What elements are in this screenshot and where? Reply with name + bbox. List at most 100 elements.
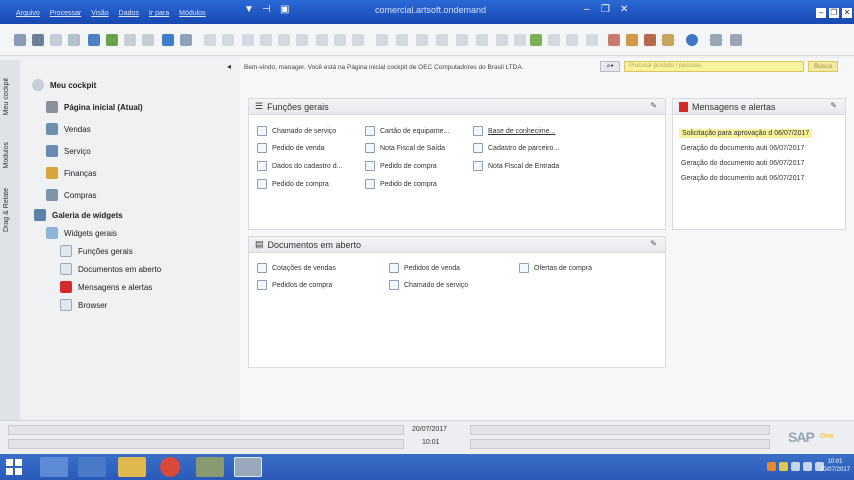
menu-ir-para[interactable]: Ir para	[149, 10, 169, 17]
panel-settings-icon[interactable]: ✎	[830, 101, 837, 110]
menu-visao[interactable]: Visão	[91, 10, 108, 17]
taskbar-chrome-icon[interactable]	[160, 457, 180, 477]
link-chamado-servico[interactable]: Chamado de serviço	[257, 126, 336, 136]
taskbar-app-terminal-icon[interactable]	[78, 457, 106, 477]
vtab-meu-cockpit[interactable]: Meu cockpit	[3, 78, 10, 115]
print-icon[interactable]	[32, 34, 44, 46]
tool-icon-9[interactable]	[548, 34, 560, 46]
sidebar-widgets-gerais[interactable]: Widgets gerais	[46, 226, 117, 240]
tray-app-icon[interactable]	[767, 462, 776, 471]
link-ofertas-compra[interactable]: Ofertas de compra	[519, 263, 592, 273]
app-minimize-icon[interactable]: –	[816, 8, 826, 18]
tool-icon-8[interactable]	[514, 34, 526, 46]
link-nota-fiscal-saida[interactable]: Nota Fiscal de Saída	[365, 143, 445, 153]
copy-icon[interactable]	[124, 34, 136, 46]
tool-icon-10[interactable]	[566, 34, 578, 46]
tool-icon-2[interactable]	[396, 34, 408, 46]
tool-icon-5[interactable]	[456, 34, 468, 46]
link-nota-fiscal-entrada[interactable]: Nota Fiscal de Entrada	[473, 161, 559, 171]
dropdown-icon[interactable]: ▼	[244, 4, 254, 15]
new-icon[interactable]	[14, 34, 26, 46]
menu-arquivo[interactable]: Arquivo	[16, 10, 40, 17]
export-icon[interactable]	[88, 34, 100, 46]
settings-icon[interactable]	[180, 34, 192, 46]
menu-processar[interactable]: Processar	[50, 10, 82, 17]
link-base-conhecimento[interactable]: Base de conhecime...	[473, 126, 555, 136]
link-chamado-servico-doc[interactable]: Chamado de serviço	[389, 280, 468, 290]
find-icon[interactable]	[204, 34, 216, 46]
filter-icon[interactable]	[334, 34, 346, 46]
tool-icon-7[interactable]	[496, 34, 508, 46]
sidebar-item-financas[interactable]: Finanças	[46, 166, 96, 180]
restore-icon[interactable]: ❐	[601, 4, 610, 15]
menu-modulos[interactable]: Módulos	[179, 10, 205, 17]
cascade-icon[interactable]	[730, 34, 742, 46]
window-icon[interactable]	[710, 34, 722, 46]
last-record-icon[interactable]	[296, 34, 308, 46]
tool-icon-1[interactable]	[376, 34, 388, 46]
tool-icon-4[interactable]	[436, 34, 448, 46]
next-record-icon[interactable]	[278, 34, 290, 46]
sidebar-widget-documentos[interactable]: Documentos em aberto	[60, 262, 161, 276]
tray-flag-icon[interactable]	[791, 462, 800, 471]
layout-icon[interactable]	[644, 34, 656, 46]
link-pedidos-venda[interactable]: Pedidos de venda	[389, 263, 460, 273]
taskbar-clock[interactable]: 10:01 20/07/2017	[820, 458, 850, 474]
sidebar-widget-browser[interactable]: Browser	[60, 298, 107, 312]
sidebar-item-compras[interactable]: Compras	[46, 188, 96, 202]
collapse-sidebar-icon[interactable]: ◂	[227, 62, 231, 71]
search-scope-icon[interactable]: ⌕▾	[600, 61, 620, 72]
previous-record-icon[interactable]	[260, 34, 272, 46]
minimize-icon[interactable]: –	[584, 4, 590, 15]
alert-item-approval[interactable]: Solicitação para aprovação d 06/07/2017	[679, 129, 813, 138]
app-restore-icon[interactable]: ❐	[829, 8, 839, 18]
vtab-drag-relate[interactable]: Drag & Relate	[3, 188, 10, 232]
sort-icon[interactable]	[352, 34, 364, 46]
tool-icon-11[interactable]	[586, 34, 598, 46]
alert-item[interactable]: Geração do documento auti 06/07/2017	[681, 175, 804, 182]
search-button[interactable]: Busca	[808, 61, 838, 72]
tool-icon-3[interactable]	[416, 34, 428, 46]
windows-start-icon[interactable]	[6, 459, 22, 475]
first-record-icon[interactable]	[242, 34, 254, 46]
sidebar-item-servico[interactable]: Serviço	[46, 144, 91, 158]
sidebar-widget-mensagens[interactable]: Mensagens e alertas	[60, 280, 152, 294]
base-document-icon[interactable]	[316, 34, 328, 46]
link-pedidos-compra[interactable]: Pedidos de compra	[257, 280, 332, 290]
link-pedido-compra-3[interactable]: Pedido de compra	[365, 179, 437, 189]
search-input[interactable]: Procurar produto / pessoas	[624, 61, 804, 72]
link-cotacoes-vendas[interactable]: Cotações de vendas	[257, 263, 336, 273]
alert-item[interactable]: Geração do documento auti 06/07/2017	[681, 145, 804, 152]
link-cartao-equipamento[interactable]: Cartão de equipame...	[365, 126, 449, 136]
alert-item[interactable]: Geração do documento auti 06/07/2017	[681, 160, 804, 167]
tool-icon-6[interactable]	[476, 34, 488, 46]
taskbar-sap-icon[interactable]	[234, 457, 262, 477]
link-cadastro-parceiro[interactable]: Cadastro de parceiro...	[473, 143, 559, 153]
report-icon[interactable]	[608, 34, 620, 46]
sidebar-widget-funcoes-gerais[interactable]: Funções gerais	[60, 244, 133, 258]
sidebar-galeria-widgets[interactable]: Galeria de widgets	[34, 208, 123, 222]
tray-network-icon[interactable]	[803, 462, 812, 471]
app-close-icon[interactable]: ✕	[842, 8, 852, 18]
link-pedido-compra[interactable]: Pedido de compra	[365, 161, 437, 171]
close-icon[interactable]: ✕	[620, 4, 628, 15]
lock-icon[interactable]: ▣	[280, 4, 289, 15]
taskbar-app-tools-icon[interactable]	[196, 457, 224, 477]
help-icon[interactable]	[686, 34, 698, 46]
paste-icon[interactable]	[142, 34, 154, 46]
taskbar-folder-icon[interactable]	[118, 457, 146, 477]
sidebar-cockpit[interactable]: Meu cockpit	[32, 78, 96, 92]
email-icon[interactable]	[50, 34, 62, 46]
link-pedido-compra-2[interactable]: Pedido de compra	[257, 179, 329, 189]
tray-app-icon[interactable]	[779, 462, 788, 471]
link-dados-cadastro[interactable]: Dados do cadastro d...	[257, 161, 342, 171]
excel-icon[interactable]	[106, 34, 118, 46]
approve-icon[interactable]	[530, 34, 542, 46]
widget-icon[interactable]	[662, 34, 674, 46]
panel-settings-icon[interactable]: ✎	[650, 101, 657, 110]
add-icon[interactable]	[222, 34, 234, 46]
menu-dados[interactable]: Dados	[119, 10, 139, 17]
sidebar-item-vendas[interactable]: Vendas	[46, 122, 91, 136]
sidebar-item-pagina-inicial[interactable]: Página inicial (Atual)	[46, 100, 143, 114]
message-icon[interactable]	[68, 34, 80, 46]
